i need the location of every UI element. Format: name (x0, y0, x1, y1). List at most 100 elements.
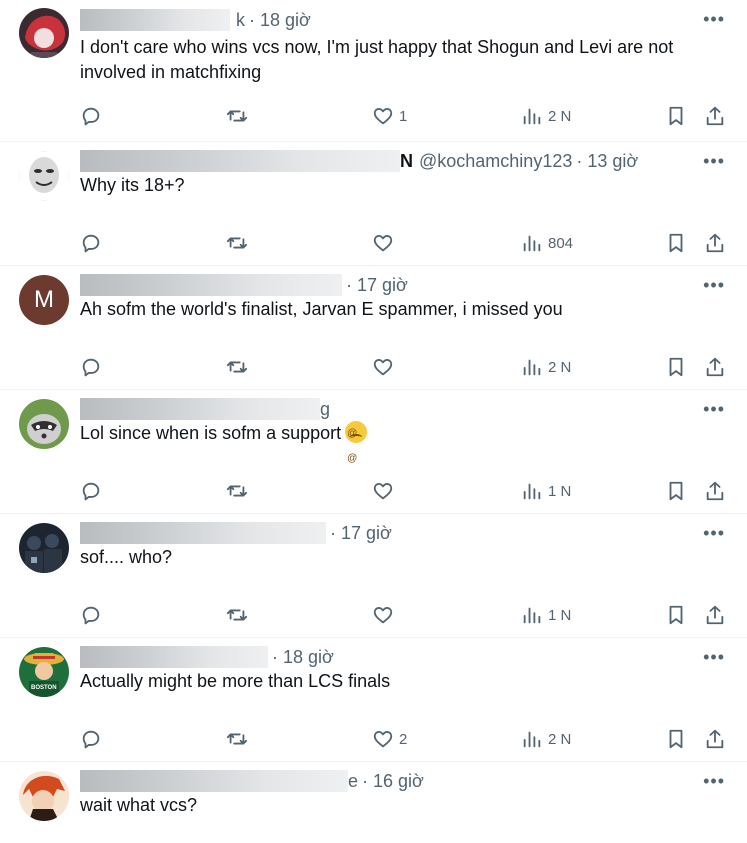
bookmark-button[interactable] (665, 230, 687, 256)
more-options-icon[interactable]: ••• (703, 648, 725, 666)
handle[interactable]: k (236, 10, 245, 31)
name-tail[interactable]: N (400, 151, 413, 172)
bookmark-icon (669, 357, 683, 377)
avatar-letter: M (34, 286, 54, 313)
avatar[interactable] (19, 771, 69, 821)
views-button[interactable]: 2 N (521, 103, 571, 129)
views-icon (523, 731, 541, 748)
timestamp[interactable]: · 16 giờ (362, 771, 424, 792)
views-button[interactable]: 2 N (521, 354, 571, 380)
retweet-icon (226, 110, 248, 122)
bookmark-button[interactable] (665, 103, 687, 129)
more-options-icon[interactable]: ••• (703, 524, 725, 542)
retweet-button[interactable] (226, 230, 253, 256)
avatar[interactable] (19, 8, 69, 58)
reply-button[interactable] (80, 602, 107, 628)
retweet-button[interactable] (226, 726, 253, 752)
bookmark-icon (669, 729, 683, 749)
view-count: 1 N (548, 606, 572, 624)
more-options-icon[interactable]: ••• (703, 400, 725, 418)
views-icon (523, 359, 541, 376)
handle[interactable]: g (320, 399, 330, 420)
bookmark-button[interactable] (665, 726, 687, 752)
share-button[interactable] (704, 354, 726, 380)
retweet-icon (226, 485, 248, 497)
like-button[interactable] (372, 354, 399, 380)
redacted-name (80, 150, 400, 172)
heart-icon (373, 607, 393, 624)
like-button[interactable]: 2 (372, 726, 407, 752)
tweet-text: sof.... who? (80, 547, 173, 567)
bookmark-button[interactable] (665, 478, 687, 504)
view-count: 804 (548, 234, 574, 252)
avatar[interactable] (19, 523, 69, 573)
more-options-icon[interactable]: ••• (703, 152, 725, 170)
handle[interactable]: e (348, 771, 358, 792)
tweet[interactable]: e · 16 giờ ••• wait what vcs? (0, 762, 747, 843)
retweet-icon (226, 361, 248, 373)
tweet-text: Actually might be more than LCS finals (80, 671, 391, 691)
tweet[interactable]: g ••• Lol since when is sofm a support 1… (0, 390, 747, 514)
timestamp[interactable]: · 17 giờ (330, 523, 392, 544)
share-button[interactable] (704, 478, 726, 504)
redacted-name (80, 522, 326, 544)
views-button[interactable]: 1 N (521, 478, 571, 504)
tweet[interactable]: · 17 giờ ••• sof.... who? 1 N (0, 514, 747, 638)
bookmark-button[interactable] (665, 354, 687, 380)
share-icon (706, 357, 724, 377)
views-button[interactable]: 1 N (521, 602, 571, 628)
retweet-icon (226, 237, 248, 249)
retweet-button[interactable] (226, 103, 253, 129)
like-button[interactable] (372, 230, 399, 256)
bookmark-icon (669, 605, 683, 625)
timestamp[interactable]: · 18 giờ (249, 10, 311, 31)
tweet-header: g (80, 397, 330, 421)
timestamp[interactable]: · 18 giờ (272, 647, 334, 668)
reply-button[interactable] (80, 726, 107, 752)
reply-button[interactable] (80, 103, 107, 129)
bookmark-icon (669, 106, 683, 126)
redacted-name (80, 398, 320, 420)
share-button[interactable] (704, 230, 726, 256)
timestamp[interactable]: · 17 giờ (346, 275, 408, 296)
retweet-button[interactable] (226, 478, 253, 504)
more-options-icon[interactable]: ••• (703, 772, 725, 790)
reply-button[interactable] (80, 354, 107, 380)
retweet-button[interactable] (226, 354, 253, 380)
reply-button[interactable] (80, 230, 107, 256)
share-button[interactable] (704, 103, 726, 129)
tweet-actions: 1 N (80, 478, 728, 504)
timestamp[interactable]: · 13 giờ (576, 151, 638, 172)
avatar[interactable] (19, 151, 69, 201)
like-button[interactable] (372, 602, 399, 628)
retweet-button[interactable] (226, 602, 253, 628)
share-button[interactable] (704, 602, 726, 628)
reply-icon (82, 358, 100, 377)
heart-icon (373, 731, 393, 748)
share-icon (706, 605, 724, 625)
avatar[interactable]: M (19, 275, 69, 325)
share-button[interactable] (704, 726, 726, 752)
like-count: 2 (399, 730, 408, 748)
tweet-actions: 804 (80, 230, 728, 256)
more-options-icon[interactable]: ••• (703, 10, 725, 28)
avatar[interactable]: BOSTON (19, 647, 69, 697)
bookmark-button[interactable] (665, 602, 687, 628)
tweet[interactable]: k · 18 giờ ••• I don't care who wins vcs… (0, 0, 747, 142)
views-button[interactable]: 2 N (521, 726, 571, 752)
share-icon (706, 481, 724, 501)
tweet[interactable]: M · 17 giờ ••• Ah sofm the world's final… (0, 266, 747, 390)
avatar[interactable] (19, 399, 69, 449)
heart-icon (373, 359, 393, 376)
tweet[interactable]: N @kochamchiny123 · 13 giờ ••• Why its 1… (0, 142, 747, 266)
reply-button[interactable] (80, 478, 107, 504)
like-button[interactable]: 1 (372, 103, 407, 129)
tweet[interactable]: BOSTON · 18 giờ ••• Actually might be mo… (0, 638, 747, 762)
heart-icon (373, 483, 393, 500)
like-button[interactable] (372, 478, 399, 504)
tweet-header: e · 16 giờ (80, 769, 424, 793)
handle[interactable]: @kochamchiny123 (419, 151, 572, 172)
more-options-icon[interactable]: ••• (703, 276, 725, 294)
views-button[interactable]: 804 (521, 230, 573, 256)
tweet-actions: 1 N (80, 602, 728, 628)
